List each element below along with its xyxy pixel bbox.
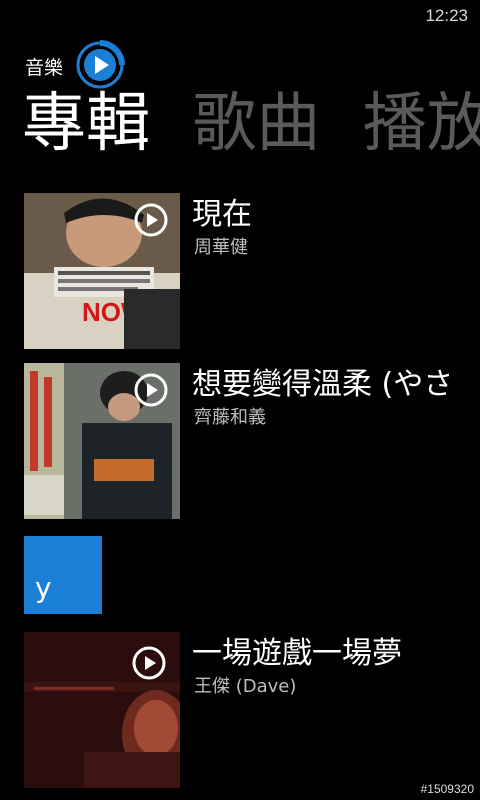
watermark: #1509320 xyxy=(420,782,474,796)
play-icon[interactable] xyxy=(132,646,166,680)
album-artist: 王傑 (Dave) xyxy=(194,676,297,697)
tab-albums[interactable]: 專輯 xyxy=(22,88,150,160)
tab-songs[interactable]: 歌曲 xyxy=(192,88,320,160)
album-title: 一場遊戲一場夢 xyxy=(192,636,402,671)
album-artist: 周華健 xyxy=(194,237,248,258)
jump-letter: y xyxy=(35,571,52,604)
album-title: 想要變得溫柔 (やさ xyxy=(192,367,454,402)
play-icon[interactable] xyxy=(134,203,168,237)
music-play-logo-icon xyxy=(76,40,125,89)
jump-letter-tile[interactable]: y xyxy=(24,536,102,614)
album-title: 現在 xyxy=(192,197,252,232)
play-icon[interactable] xyxy=(134,373,168,407)
album-item[interactable]: 一場遊戲一場夢 王傑 (Dave) xyxy=(24,632,480,788)
album-item[interactable]: 想要變得溫柔 (やさ 齊藤和義 xyxy=(24,363,480,519)
album-item[interactable]: NOW 現在 周華健 xyxy=(24,193,480,349)
album-artist: 齊藤和義 xyxy=(194,407,266,428)
pivot-header: 專輯 歌曲 播放 xyxy=(22,88,480,160)
app-title: 音樂 xyxy=(25,57,64,79)
tab-playlists[interactable]: 播放 xyxy=(363,88,480,160)
status-time: 12:23 xyxy=(425,6,468,25)
